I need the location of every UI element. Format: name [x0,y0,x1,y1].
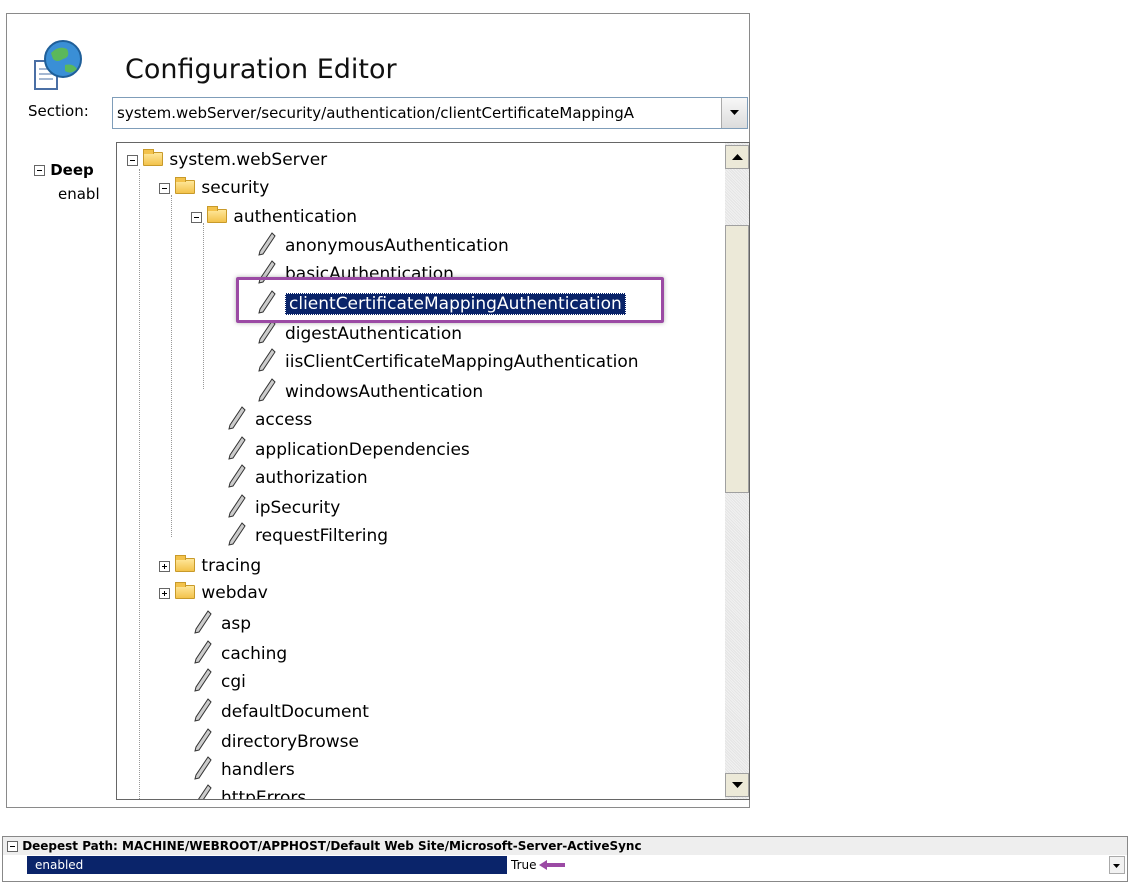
tree-node-tracing[interactable]: tracing [159,553,261,579]
property-value[interactable]: True [511,856,537,874]
property-grid-background [28,150,118,800]
arrow-left-icon [539,860,565,870]
property-row[interactable]: enabled True [3,856,1127,874]
folder-icon [175,582,196,599]
scroll-down-button[interactable] [725,773,749,797]
tree-leaf[interactable]: defaultDocument [193,698,369,724]
chevron-up-icon [732,154,743,160]
pencil-icon [194,698,212,722]
pencil-icon [228,436,246,460]
folder-icon [207,206,228,223]
section-dropdown[interactable]: system.webServer/security/authentication… [112,97,748,129]
tree-leaf[interactable]: caching [193,640,287,666]
tree-leaf[interactable]: asp [193,610,251,636]
folder-icon [175,555,196,572]
pencil-icon [194,668,212,692]
property-name[interactable]: enabled [27,856,507,874]
highlight-annotation [236,277,664,323]
tree-line [139,169,140,799]
page-title: Configuration Editor [125,54,397,85]
tree-leaf[interactable]: directoryBrowse [193,728,359,754]
expand-icon[interactable] [159,587,170,599]
pencil-icon [228,494,246,518]
collapse-icon [34,165,45,176]
collapse-icon[interactable] [191,211,202,223]
section-dropdown-button[interactable] [721,98,747,128]
folder-icon [143,149,164,166]
chevron-down-icon [1113,864,1120,868]
collapse-icon[interactable] [159,182,170,194]
globe-document-icon [31,37,87,93]
tree-node-security[interactable]: security [159,175,269,201]
scroll-thumb[interactable] [725,225,749,493]
tree-line [171,195,172,537]
section-label: Section: [28,102,89,120]
pencil-icon [194,728,212,752]
expand-icon[interactable] [159,560,170,572]
pencil-icon [258,378,276,402]
tree-leaf[interactable]: requestFiltering [227,522,388,548]
tree-leaf[interactable]: authorization [227,464,368,490]
pencil-icon [258,348,276,372]
tree-leaf[interactable]: digestAuthentication [257,320,462,346]
scroll-up-button[interactable] [725,145,749,169]
pencil-icon [228,406,246,430]
background-section-header: Deep [34,161,94,179]
tree-leaf[interactable]: handlers [193,756,295,782]
pencil-icon [198,784,212,799]
deepest-path-text: Deepest Path: MACHINE/WEBROOT/APPHOST/De… [22,839,642,853]
chevron-down-icon [732,782,743,788]
tree-leaf[interactable]: access [227,406,312,432]
collapse-icon[interactable] [7,841,18,852]
property-grid: Deepest Path: MACHINE/WEBROOT/APPHOST/De… [2,836,1128,882]
pencil-icon [228,522,246,546]
pencil-icon [194,640,212,664]
tree-leaf[interactable]: windowsAuthentication [257,378,483,404]
background-row-label: enabl [58,185,100,203]
tree-leaf[interactable]: ipSecurity [227,494,340,520]
section-tree-dropdown[interactable]: system.webServer security authentication… [116,142,750,800]
tree-line [203,223,204,389]
deepest-path-header: Deepest Path: MACHINE/WEBROOT/APPHOST/De… [3,837,1127,855]
tree-leaf[interactable]: anonymousAuthentication [257,232,509,258]
tree-node-system-webserver[interactable]: system.webServer [127,147,327,173]
collapse-icon[interactable] [127,154,138,166]
chevron-down-icon [730,110,739,115]
pencil-icon [258,320,276,344]
section-value[interactable]: system.webServer/security/authentication… [117,104,717,122]
tree-leaf[interactable]: cgi [193,668,246,694]
tree-node-authentication[interactable]: authentication [191,204,357,230]
folder-icon [175,177,196,194]
pencil-icon [258,232,276,256]
tree-node-webdav[interactable]: webdav [159,580,268,606]
tree-leaf[interactable]: httpErrors [193,784,306,799]
tree-scrollbar[interactable] [725,143,749,799]
tree-leaf[interactable]: iisClientCertificateMappingAuthenticatio… [257,348,639,374]
value-dropdown-button[interactable] [1109,856,1125,874]
background-header-text: Deep [50,161,94,179]
pencil-icon [228,464,246,488]
pencil-icon [194,610,212,634]
tree-leaf[interactable]: applicationDependencies [227,436,470,462]
pencil-icon [194,756,212,780]
